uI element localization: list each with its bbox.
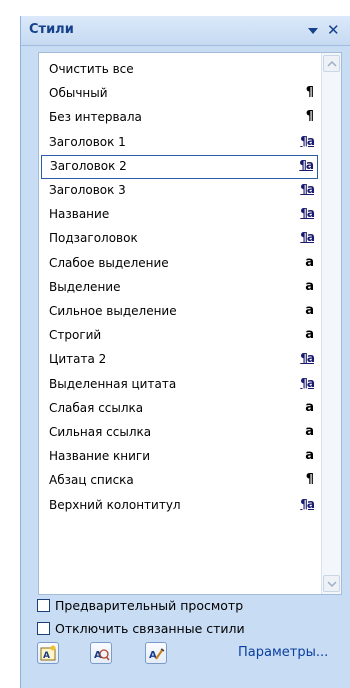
manage-styles-button[interactable]: A (145, 642, 167, 664)
style-item-label: Обычный (49, 86, 108, 101)
paragraph-style-icon: ¶ (305, 85, 314, 101)
preview-checkbox[interactable] (37, 599, 50, 612)
style-item-label: Подзаголовок (49, 231, 138, 246)
style-item-label: Выделенная цитата (49, 376, 177, 391)
character-style-icon: a (305, 254, 314, 270)
style-item[interactable]: Строгий a (39, 324, 320, 348)
style-item-label: Верхний колонтитул (49, 497, 181, 512)
pane-title: Стили (29, 22, 74, 37)
linked-style-icon: ¶a (300, 182, 315, 196)
style-item[interactable]: Название книги a (39, 445, 320, 469)
scroll-up-button[interactable] (323, 55, 340, 72)
svg-text:A: A (43, 651, 50, 661)
style-item-label: Очистить все (49, 62, 134, 76)
linked-style-icon: ¶a (299, 157, 314, 172)
character-style-icon: a (305, 278, 314, 294)
style-item[interactable]: Заголовок 1 ¶a (39, 131, 320, 155)
paragraph-style-icon: ¶ (305, 109, 314, 125)
style-item[interactable]: Название ¶a (39, 203, 320, 227)
manage-styles-icon: A (149, 648, 165, 661)
linked-style-icon: ¶a (300, 375, 315, 390)
linked-style-icon: ¶a (300, 206, 315, 221)
style-item[interactable]: Абзац списка ¶ (39, 469, 320, 493)
close-icon[interactable]: ✕ (327, 21, 340, 39)
style-item-label: Заголовок 3 (49, 183, 126, 197)
style-item-label: Заголовок 2 (50, 158, 127, 173)
style-item[interactable]: Без интервала ¶ (39, 106, 320, 130)
style-item[interactable]: Выделение a (39, 276, 320, 300)
style-item[interactable]: Подзаголовок ¶a (39, 227, 320, 251)
styles-list[interactable]: Очистить все Обычный ¶ Без интервала ¶ Заголо… (38, 52, 342, 595)
style-item[interactable]: Верхний колонтитул ¶a (39, 494, 320, 518)
chevron-down-icon (327, 581, 337, 588)
style-item-label: Слабая ссылка (49, 400, 144, 415)
style-item-label: Строгий (49, 328, 102, 343)
character-style-icon: a (305, 448, 314, 464)
chevron-up-icon (327, 60, 337, 67)
options-link[interactable]: Параметры... (238, 645, 328, 660)
style-item-label: Слабое выделение (49, 255, 169, 270)
paragraph-style-icon: ¶ (305, 472, 314, 488)
vertical-scrollbar[interactable] (321, 53, 341, 594)
new-style-button[interactable]: A (37, 642, 59, 664)
style-item[interactable]: Сильная ссылка a (39, 421, 320, 445)
style-item[interactable]: Цитата 2 ¶a (39, 348, 320, 372)
style-item-label: Название книги (49, 449, 151, 464)
preview-label[interactable]: Предварительный просмотр (55, 598, 243, 613)
pane-titlebar: Стили ✕ (21, 16, 350, 46)
style-item-label: Название (49, 207, 110, 222)
linked-style-icon: ¶a (300, 496, 315, 511)
character-style-icon: a (305, 327, 314, 343)
style-item[interactable]: Выделенная цитата ¶a (39, 373, 320, 397)
style-item[interactable]: Слабая ссылка a (39, 397, 320, 421)
linked-style-icon: ¶a (300, 133, 315, 148)
style-inspector-button[interactable]: A (90, 642, 112, 664)
style-item[interactable]: Слабое выделение a (39, 252, 320, 276)
style-item-label: Сильное выделение (49, 304, 177, 318)
scroll-down-button[interactable] (323, 575, 340, 592)
dropdown-arrow-icon[interactable] (308, 28, 318, 34)
linked-style-icon: ¶a (300, 230, 315, 245)
style-item[interactable]: Заголовок 2 ¶a (41, 154, 318, 179)
style-item[interactable]: Сильное выделение a (39, 300, 320, 324)
style-item[interactable]: Очистить все (39, 58, 320, 82)
character-style-icon: a (305, 424, 314, 439)
styles-pane: Стили ✕ Очистить все Обычный ¶ Без интервал… (20, 16, 350, 688)
style-item-label: Цитата 2 (49, 352, 107, 367)
style-item-label: Без интервала (49, 110, 142, 125)
character-style-icon: a (305, 399, 314, 415)
style-item-label: Выделение (49, 279, 121, 294)
linked-style-icon: ¶a (300, 351, 315, 366)
style-item-label: Сильная ссылка (49, 425, 152, 439)
style-item-label: Абзац списка (49, 473, 134, 488)
style-item-label: Заголовок 1 (49, 134, 126, 149)
style-inspector-icon: A (94, 649, 110, 661)
style-item[interactable]: Обычный ¶ (39, 82, 320, 106)
new-style-icon: A (40, 645, 56, 661)
character-style-icon: a (305, 303, 314, 318)
style-item[interactable]: Заголовок 3 ¶a (39, 179, 320, 203)
disable-linked-styles-checkbox[interactable] (37, 622, 50, 635)
disable-linked-styles-label[interactable]: Отключить связанные стили (55, 621, 245, 636)
svg-text:A: A (149, 650, 157, 661)
